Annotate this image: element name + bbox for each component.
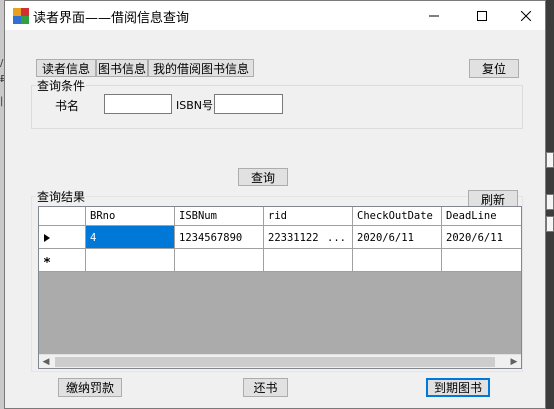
minimize-icon — [429, 15, 439, 16]
close-icon — [521, 10, 531, 21]
maximize-icon — [477, 10, 487, 21]
table-row[interactable]: 4 1234567890 22331122 ... 2020/6/11 2020… — [39, 226, 521, 249]
title-bar[interactable]: 读者界面——借阅信息查询 — [5, 1, 545, 30]
grid-cell[interactable] — [86, 249, 175, 272]
grid-cell[interactable]: 1234567890 — [175, 226, 264, 249]
grid-cell[interactable]: 2020/6/11 — [353, 226, 442, 249]
background-control — [546, 152, 554, 168]
scroll-right-icon[interactable]: ▶ — [507, 355, 521, 368]
grid-cell[interactable]: 22331122 ... — [264, 226, 353, 249]
reader-query-window: 读者界面——借阅信息查询 读者信息 图书信息 我的借阅图书信息 复位 查询条件 … — [4, 0, 546, 409]
close-button[interactable] — [507, 1, 545, 30]
return-book-button[interactable]: 还书 — [243, 378, 288, 397]
query-conditions-legend: 查询条件 — [36, 77, 87, 94]
book-name-label: 书名 — [55, 99, 80, 113]
grid-header-row: BRno ISBNum rid CheckOutDate DeadLine — [39, 207, 521, 226]
tab-book-info[interactable]: 图书信息 — [96, 59, 148, 77]
column-header[interactable]: BRno — [86, 207, 175, 226]
background-control — [546, 194, 554, 210]
grid-cell-ellipsis: ... — [327, 232, 346, 244]
horizontal-scrollbar[interactable]: ◀ ▶ — [39, 354, 521, 368]
row-header-new[interactable] — [39, 249, 86, 272]
pay-fine-button[interactable]: 缴纳罚款 — [58, 378, 122, 397]
results-grid[interactable]: BRno ISBNum rid CheckOutDate DeadLine 4 … — [38, 206, 522, 369]
tab-reader-info[interactable]: 读者信息 — [36, 59, 96, 77]
grid-cell-text: 22331122 — [268, 232, 319, 244]
new-row[interactable] — [39, 249, 521, 272]
window-title: 读者界面——借阅信息查询 — [33, 11, 190, 26]
book-name-input[interactable] — [104, 94, 172, 114]
grid-cell[interactable]: 4 — [86, 226, 175, 249]
grid-cell[interactable] — [175, 249, 264, 272]
isbn-input[interactable] — [214, 94, 283, 114]
column-header[interactable]: ISBNum — [175, 207, 264, 226]
current-row-arrow-icon — [44, 234, 50, 242]
query-results-legend: 查询结果 — [36, 188, 87, 205]
column-header[interactable]: CheckOutDate — [353, 207, 442, 226]
column-header[interactable]: DeadLine — [442, 207, 521, 226]
maximize-button[interactable] — [463, 1, 501, 30]
due-books-button[interactable]: 到期图书 — [426, 378, 490, 397]
scrollbar-thumb[interactable] — [55, 357, 495, 367]
minimize-button[interactable] — [415, 1, 453, 30]
isbn-label: ISBN号 — [176, 99, 214, 112]
reset-button[interactable]: 复位 — [469, 59, 519, 78]
row-header-current[interactable] — [39, 226, 86, 249]
query-button[interactable]: 查询 — [238, 168, 288, 186]
new-row-asterisk-icon — [44, 257, 50, 263]
grid-corner-cell[interactable] — [39, 207, 86, 226]
app-icon — [13, 8, 29, 24]
grid-cell[interactable] — [264, 249, 353, 272]
grid-cell[interactable]: 2020/6/11 — [442, 226, 521, 249]
grid-cell[interactable] — [353, 249, 442, 272]
grid-cell[interactable] — [442, 249, 521, 272]
background-control — [546, 216, 554, 232]
column-header[interactable]: rid — [264, 207, 353, 226]
scroll-left-icon[interactable]: ◀ — [39, 355, 53, 368]
tab-my-borrowed-books[interactable]: 我的借阅图书信息 — [148, 59, 254, 77]
